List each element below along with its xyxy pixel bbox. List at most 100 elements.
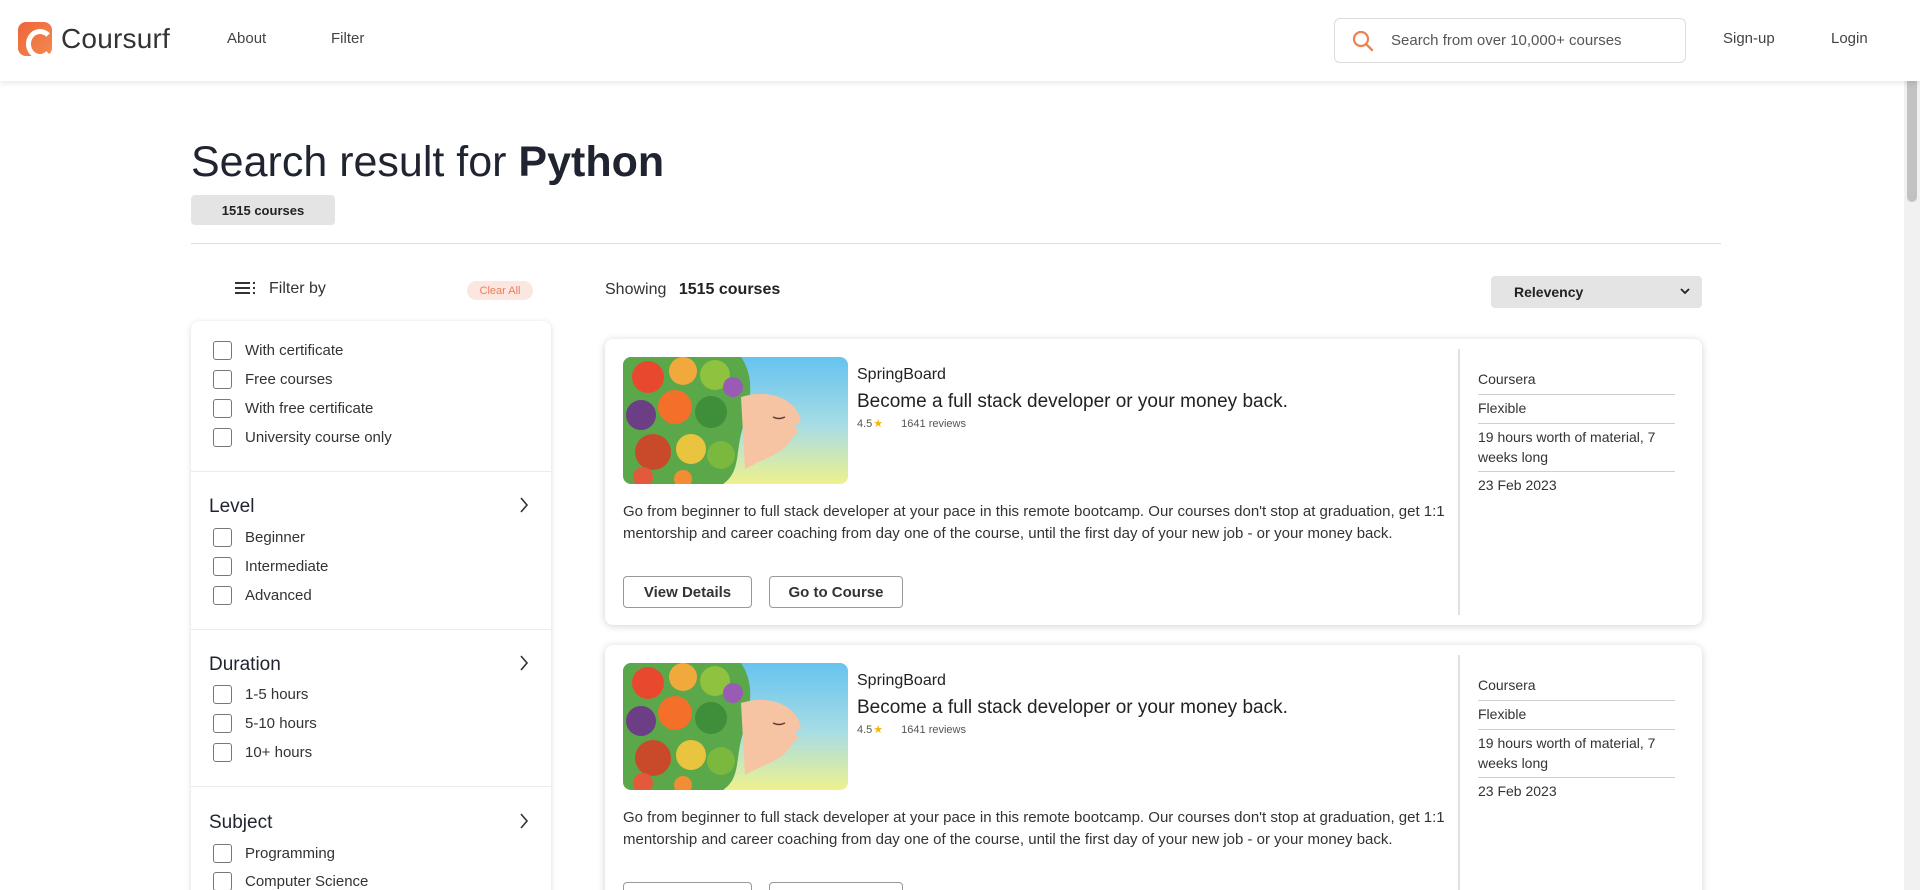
chevron-right-icon[interactable] <box>519 654 529 672</box>
nav-filter-link[interactable]: Filter <box>331 30 364 47</box>
chevron-right-icon[interactable] <box>519 812 529 830</box>
course-provider: SpringBoard <box>857 366 946 383</box>
section-divider <box>191 471 551 472</box>
filter-option-1-5-hours[interactable]: 1-5 hours <box>213 685 308 704</box>
filter-option-label: Beginner <box>245 529 306 546</box>
rating-value: 4.5 <box>857 417 873 430</box>
course-thumbnail-illustration <box>623 357 801 484</box>
filter-option-certificate[interactable]: With certificate <box>213 341 343 360</box>
sort-selected-value: Relevency <box>1514 284 1584 300</box>
showing-label: Showing <box>605 281 667 298</box>
course-rating: 4.5 ★ 1641 reviews <box>857 417 966 431</box>
level-section-title[interactable]: Level <box>209 496 254 518</box>
course-thumbnail[interactable] <box>623 663 848 790</box>
nav-about-link[interactable]: About <box>227 30 266 47</box>
course-platform: Coursera <box>1478 677 1536 693</box>
meta-divider <box>1478 700 1675 701</box>
filter-option-beginner[interactable]: Beginner <box>213 528 305 547</box>
go-to-course-button[interactable]: Go to Course <box>769 882 903 890</box>
checkbox[interactable] <box>213 341 232 360</box>
meta-divider <box>1478 777 1675 778</box>
filter-option-label: Intermediate <box>245 558 329 575</box>
checkbox[interactable] <box>213 685 232 704</box>
brand-name: Coursurf <box>61 23 170 54</box>
result-count-badge: 1515 courses <box>191 195 335 225</box>
page-title-prefix: Search result for <box>191 138 507 186</box>
checkbox[interactable] <box>213 370 232 389</box>
filter-option-programming[interactable]: Programming <box>213 844 335 863</box>
course-title[interactable]: Become a full stack developer or your mo… <box>857 391 1288 413</box>
course-description: Go from beginner to full stack developer… <box>623 809 1445 848</box>
course-date: 23 Feb 2023 <box>1478 477 1557 493</box>
meta-divider <box>1478 471 1675 472</box>
filter-option-label: 1-5 hours <box>245 686 309 703</box>
course-title[interactable]: Become a full stack developer or your mo… <box>857 697 1288 719</box>
view-details-button[interactable]: View Details <box>623 576 752 608</box>
course-platform: Coursera <box>1478 371 1536 387</box>
filter-header: Filter by <box>235 280 326 298</box>
review-count: 1641 reviews <box>901 417 966 430</box>
filter-option-label: With certificate <box>245 342 344 359</box>
course-card[interactable]: SpringBoard Become a full stack develope… <box>605 339 1702 625</box>
rating-value: 4.5 <box>857 723 873 736</box>
filter-option-intermediate[interactable]: Intermediate <box>213 557 328 576</box>
filter-title: Filter by <box>269 280 326 297</box>
checkbox[interactable] <box>213 528 232 547</box>
checkbox[interactable] <box>213 844 232 863</box>
sort-dropdown[interactable]: Relevency <box>1491 276 1702 308</box>
clear-all-button[interactable]: Clear All <box>467 281 533 300</box>
course-card[interactable]: SpringBoard Become a full stack develope… <box>605 645 1702 890</box>
filter-option-computer-science[interactable]: Computer Science <box>213 872 368 890</box>
filter-option-label: Free courses <box>245 371 333 388</box>
title-divider <box>191 243 1721 244</box>
filter-option-label: With free certificate <box>245 400 374 417</box>
search-input[interactable]: Search from over 10,000+ courses <box>1391 32 1622 49</box>
login-link[interactable]: Login <box>1831 30 1868 47</box>
filter-option-university[interactable]: University course only <box>213 428 392 447</box>
course-description: Go from beginner to full stack developer… <box>623 503 1445 542</box>
checkbox[interactable] <box>213 872 232 890</box>
checkbox[interactable] <box>213 399 232 418</box>
coursurf-logo-icon <box>18 22 54 59</box>
filter-option-label: Advanced <box>245 587 312 604</box>
checkbox[interactable] <box>213 586 232 605</box>
course-provider: SpringBoard <box>857 672 946 689</box>
go-to-course-button[interactable]: Go to Course <box>769 576 903 608</box>
checkbox[interactable] <box>213 428 232 447</box>
showing-count: Showing 1515 courses <box>605 281 780 299</box>
search-bar[interactable]: Search from over 10,000+ courses <box>1334 18 1686 63</box>
showing-number: 1515 courses <box>678 281 781 298</box>
search-query: Python <box>518 138 665 186</box>
meta-divider <box>1478 729 1675 730</box>
filter-panel: With certificate Free courses With free … <box>191 321 551 890</box>
chevron-right-icon[interactable] <box>519 496 529 514</box>
filter-option-label: 5-10 hours <box>245 715 317 732</box>
course-thumbnail-illustration <box>623 663 801 790</box>
filter-option-10-plus-hours[interactable]: 10+ hours <box>213 743 312 762</box>
page-scrollbar[interactable] <box>1904 0 1920 890</box>
checkbox[interactable] <box>213 714 232 733</box>
checkbox[interactable] <box>213 557 232 576</box>
view-details-button[interactable]: View Details <box>623 882 752 890</box>
page-title: Search result for Python <box>191 138 664 187</box>
card-divider <box>1458 655 1460 890</box>
section-divider <box>191 629 551 630</box>
subject-section-title[interactable]: Subject <box>209 812 272 834</box>
filter-option-advanced[interactable]: Advanced <box>213 586 312 605</box>
filter-option-free-certificate[interactable]: With free certificate <box>213 399 373 418</box>
course-rating: 4.5 ★ 1641 reviews <box>857 723 966 737</box>
filter-option-label: Programming <box>245 845 336 862</box>
filter-option-label: Computer Science <box>245 873 369 890</box>
course-schedule: Flexible <box>1478 706 1527 722</box>
search-icon[interactable] <box>1335 18 1391 63</box>
course-duration: 19 hours worth of material, 7 weeks long <box>1478 735 1656 771</box>
filter-option-5-10-hours[interactable]: 5-10 hours <box>213 714 317 733</box>
filter-option-free[interactable]: Free courses <box>213 370 333 389</box>
review-count: 1641 reviews <box>901 723 966 736</box>
course-thumbnail[interactable] <box>623 357 848 484</box>
checkbox[interactable] <box>213 743 232 762</box>
course-schedule: Flexible <box>1478 400 1527 416</box>
brand-logo[interactable]: Coursurf <box>18 22 170 59</box>
signup-link[interactable]: Sign-up <box>1723 30 1775 47</box>
duration-section-title[interactable]: Duration <box>209 654 281 676</box>
